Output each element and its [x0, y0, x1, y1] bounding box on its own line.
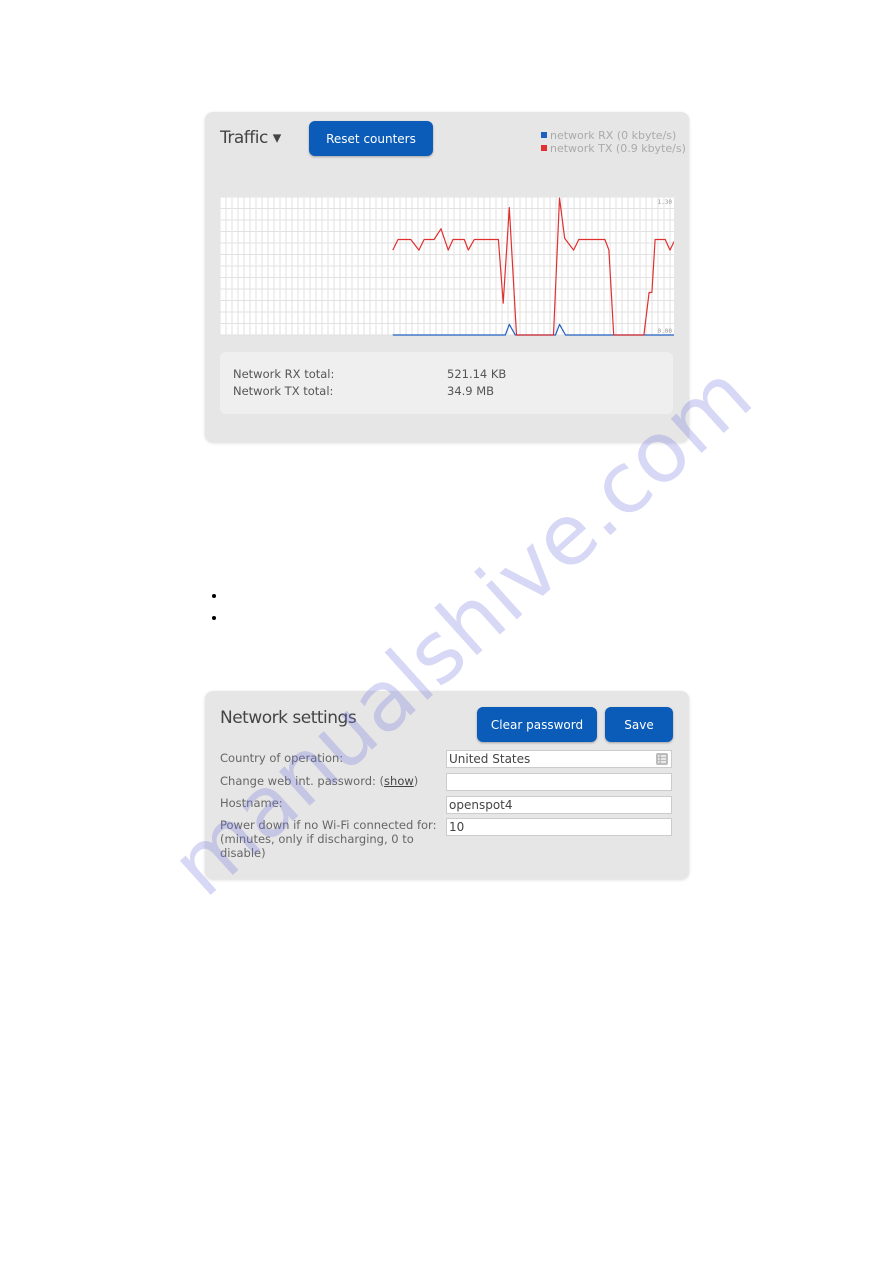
- country-label: Country of operation:: [220, 751, 344, 765]
- legend-tx-swatch: [541, 145, 547, 151]
- legend-tx-label: network TX (0.9 kbyte/s): [550, 142, 686, 155]
- y-tick-label-max: 1.30: [658, 199, 673, 206]
- country-value: United States: [449, 752, 531, 766]
- traffic-title[interactable]: Traffic ▾: [220, 128, 281, 148]
- legend-rx-swatch: [541, 132, 547, 138]
- reset-counters-button[interactable]: Reset counters: [309, 121, 433, 156]
- rx-total-value: 521.14 KB: [447, 367, 507, 381]
- password-label-text: Change web int. password: (: [220, 774, 385, 788]
- power-down-label: Power down if no Wi-Fi connected for: (m…: [220, 818, 437, 860]
- hostname-label: Hostname:: [220, 796, 283, 810]
- traffic-chart: 1.30 0.00: [220, 197, 674, 336]
- power-down-input[interactable]: 10: [446, 818, 672, 836]
- legend-tx: network TX (0.9 kbyte/s): [541, 142, 686, 155]
- network-settings-panel: Network settings Clear password Save Cou…: [205, 691, 689, 879]
- bullet-2: [212, 616, 216, 620]
- password-input[interactable]: [446, 773, 672, 791]
- y-tick-label-min: 0.00: [658, 328, 673, 335]
- show-password-link[interactable]: show: [384, 774, 414, 788]
- country-select[interactable]: United States: [446, 750, 672, 768]
- chart-legend: network RX (0 kbyte/s) network TX (0.9 k…: [541, 129, 686, 155]
- hostname-input[interactable]: openspot4: [446, 796, 672, 814]
- traffic-panel: Traffic ▾ Reset counters network RX (0 k…: [205, 112, 689, 442]
- legend-rx-label: network RX (0 kbyte/s): [550, 129, 677, 142]
- password-label-suffix: ): [413, 774, 419, 788]
- password-label: Change web int. password: (show): [220, 774, 445, 788]
- rx-total-label: Network RX total:: [233, 367, 335, 381]
- tx-total-value: 34.9 MB: [447, 384, 495, 398]
- totals-box: Network RX total: 521.14 KB Network TX t…: [220, 352, 673, 414]
- list-icon: [656, 753, 668, 765]
- bullet-1: [212, 594, 216, 598]
- clear-password-button[interactable]: Clear password: [477, 707, 597, 742]
- network-settings-title: Network settings: [220, 708, 357, 728]
- tx-total-label: Network TX total:: [233, 384, 334, 398]
- save-button[interactable]: Save: [605, 707, 673, 742]
- legend-rx: network RX (0 kbyte/s): [541, 129, 686, 142]
